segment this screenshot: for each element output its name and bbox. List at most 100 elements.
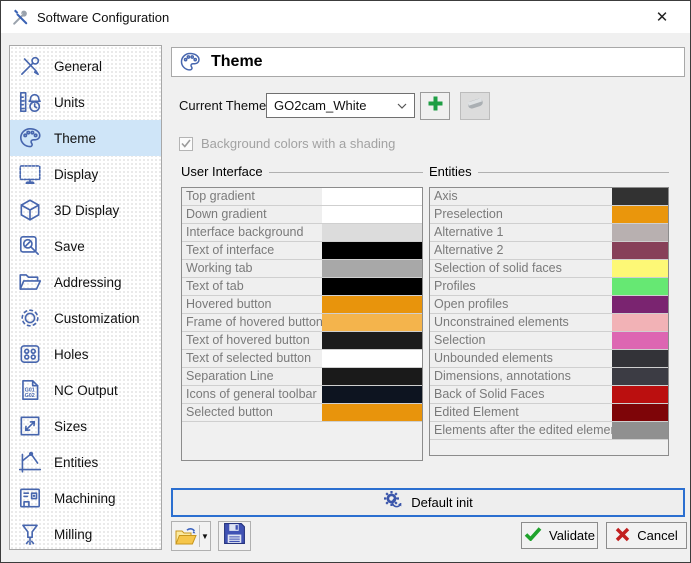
- diagonal-arrow-icon: [15, 411, 45, 441]
- sidebar-item-machining[interactable]: Machining: [10, 480, 161, 516]
- color-row[interactable]: Interface background: [182, 224, 422, 242]
- color-swatch[interactable]: [322, 278, 422, 295]
- sidebar-item-customization[interactable]: Customization: [10, 300, 161, 336]
- sidebar-item-label: Addressing: [54, 275, 122, 290]
- close-icon[interactable]: ✕: [647, 1, 677, 33]
- color-row[interactable]: Icons of general toolbar: [182, 386, 422, 404]
- color-row[interactable]: Text of tab: [182, 278, 422, 296]
- color-swatch[interactable]: [612, 242, 668, 259]
- gear-icon: [15, 303, 45, 333]
- color-row[interactable]: Text of hovered button: [182, 332, 422, 350]
- color-row[interactable]: Open profiles: [430, 296, 668, 314]
- color-row[interactable]: Selection: [430, 332, 668, 350]
- color-row-label: Unbounded elements: [430, 350, 612, 367]
- color-row[interactable]: Selected button: [182, 404, 422, 422]
- color-row[interactable]: Hovered button: [182, 296, 422, 314]
- sidebar-item-addressing[interactable]: Addressing: [10, 264, 161, 300]
- color-row[interactable]: Selection of solid faces: [430, 260, 668, 278]
- color-row[interactable]: Axis: [430, 188, 668, 206]
- color-swatch[interactable]: [612, 350, 668, 367]
- color-row[interactable]: Back of Solid Faces: [430, 386, 668, 404]
- color-swatch[interactable]: [612, 224, 668, 241]
- milling-tool-icon: [15, 519, 45, 549]
- delete-theme-button[interactable]: [460, 92, 490, 120]
- color-row[interactable]: Frame of hovered button: [182, 314, 422, 332]
- color-row[interactable]: Dimensions, annotations: [430, 368, 668, 386]
- color-swatch[interactable]: [612, 296, 668, 313]
- color-swatch[interactable]: [612, 404, 668, 421]
- sidebar-item-entities[interactable]: Entities: [10, 444, 161, 480]
- color-row-label: Icons of general toolbar: [182, 386, 322, 403]
- color-row[interactable]: Profiles: [430, 278, 668, 296]
- color-row-label: Selection of solid faces: [430, 260, 612, 277]
- color-row[interactable]: Alternative 1: [430, 224, 668, 242]
- color-swatch[interactable]: [322, 386, 422, 403]
- sidebar-item-holes[interactable]: Holes: [10, 336, 161, 372]
- group-header: User Interface: [181, 164, 423, 179]
- sidebar-item-label: Milling: [54, 527, 92, 542]
- color-swatch[interactable]: [322, 242, 422, 259]
- color-swatch[interactable]: [322, 224, 422, 241]
- color-swatch[interactable]: [322, 314, 422, 331]
- sidebar-item-theme[interactable]: Theme: [10, 120, 161, 156]
- color-swatch[interactable]: [612, 260, 668, 277]
- sidebar-item-sizes[interactable]: Sizes: [10, 408, 161, 444]
- color-swatch[interactable]: [612, 332, 668, 349]
- color-row[interactable]: Text of selected button: [182, 350, 422, 368]
- color-row[interactable]: Working tab: [182, 260, 422, 278]
- page-title: Theme: [211, 53, 263, 71]
- color-swatch[interactable]: [322, 260, 422, 277]
- color-swatch[interactable]: [612, 422, 668, 439]
- save-theme-button[interactable]: [218, 521, 251, 551]
- color-swatch[interactable]: [322, 296, 422, 313]
- window-title: Software Configuration: [37, 10, 169, 25]
- eraser-icon: [466, 96, 485, 116]
- color-swatch[interactable]: [612, 206, 668, 223]
- cancel-button[interactable]: Cancel: [606, 522, 687, 549]
- shading-checkbox[interactable]: [179, 137, 193, 151]
- color-row[interactable]: Unbounded elements: [430, 350, 668, 368]
- sidebar-item-general[interactable]: General: [10, 48, 161, 84]
- color-swatch[interactable]: [612, 188, 668, 205]
- color-swatch[interactable]: [322, 206, 422, 223]
- default-init-button[interactable]: Default init: [171, 488, 685, 517]
- validate-button[interactable]: Validate: [521, 522, 598, 549]
- theme-dropdown[interactable]: GO2cam_White: [266, 93, 415, 118]
- color-swatch[interactable]: [612, 314, 668, 331]
- add-theme-button[interactable]: [420, 92, 450, 120]
- color-row-label: Axis: [430, 188, 612, 205]
- sidebar-item-milling[interactable]: Milling: [10, 516, 161, 552]
- sidebar-item-label: 3D Display: [54, 203, 119, 218]
- color-swatch[interactable]: [322, 350, 422, 367]
- sidebar-item-nc-output[interactable]: G01G02 NC Output: [10, 372, 161, 408]
- color-swatch[interactable]: [612, 368, 668, 385]
- color-swatch[interactable]: [322, 188, 422, 205]
- color-row-label: Text of selected button: [182, 350, 322, 367]
- color-swatch[interactable]: [612, 386, 668, 403]
- sidebar-item-label: Display: [54, 167, 98, 182]
- open-dropdown-arrow[interactable]: ▼: [200, 532, 210, 541]
- color-swatch[interactable]: [322, 332, 422, 349]
- color-row[interactable]: Top gradient: [182, 188, 422, 206]
- default-init-label: Default init: [411, 495, 472, 510]
- sidebar-item-units[interactable]: Units: [10, 84, 161, 120]
- sidebar-item-save[interactable]: Save: [10, 228, 161, 264]
- color-row[interactable]: Alternative 2: [430, 242, 668, 260]
- color-swatch[interactable]: [322, 404, 422, 421]
- color-swatch[interactable]: [612, 278, 668, 295]
- sidebar-item-3d-display[interactable]: 3D Display: [10, 192, 161, 228]
- sidebar-item-display[interactable]: Display: [10, 156, 161, 192]
- machine-icon: [15, 483, 45, 513]
- color-row[interactable]: Elements after the edited element: [430, 422, 668, 440]
- color-row[interactable]: Edited Element: [430, 404, 668, 422]
- group-title: User Interface: [181, 164, 263, 179]
- color-row[interactable]: Down gradient: [182, 206, 422, 224]
- group-title: Entities: [429, 164, 472, 179]
- color-row[interactable]: Unconstrained elements: [430, 314, 668, 332]
- color-swatch[interactable]: [322, 368, 422, 385]
- sidebar-item-label: Entities: [54, 455, 98, 470]
- color-row[interactable]: Text of interface: [182, 242, 422, 260]
- color-row[interactable]: Preselection: [430, 206, 668, 224]
- open-theme-file-button[interactable]: ▼: [171, 521, 211, 551]
- color-row[interactable]: Separation Line: [182, 368, 422, 386]
